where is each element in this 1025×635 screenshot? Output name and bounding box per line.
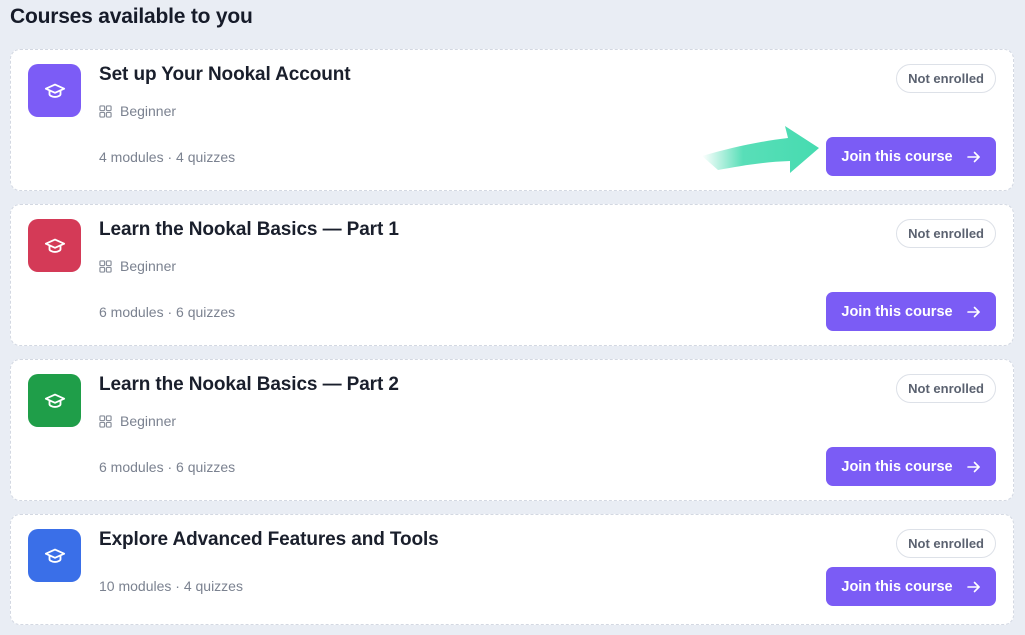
course-card: Set up Your Nookal Account Beginner 4 mo… xyxy=(10,49,1014,191)
graduation-cap-icon xyxy=(28,219,81,272)
course-card: Explore Advanced Features and Tools 10 m… xyxy=(10,514,1014,625)
arrow-right-icon xyxy=(966,306,980,317)
grid-icon xyxy=(99,414,112,428)
grid-icon xyxy=(99,104,112,118)
arrow-right-icon xyxy=(966,151,980,162)
course-level: Beginner xyxy=(99,258,176,274)
status-badge: Not enrolled xyxy=(896,64,996,93)
join-button-label: Join this course xyxy=(841,303,953,320)
level-label: Beginner xyxy=(120,103,177,119)
course-meta: 6 modules · 6 quizzes xyxy=(99,459,236,475)
grid-icon xyxy=(99,259,112,273)
course-title: Set up Your Nookal Account xyxy=(99,64,351,85)
status-badge: Not enrolled xyxy=(896,219,996,248)
status-badge: Not enrolled xyxy=(896,529,996,558)
course-title: Explore Advanced Features and Tools xyxy=(99,529,439,550)
join-course-button[interactable]: Join this course xyxy=(826,292,996,331)
status-badge: Not enrolled xyxy=(896,374,996,403)
annotation-arrow-icon xyxy=(702,126,819,173)
course-meta: 6 modules · 6 quizzes xyxy=(99,304,236,320)
course-level: Beginner xyxy=(99,413,176,429)
graduation-cap-icon xyxy=(28,374,81,427)
course-meta: 10 modules · 4 quizzes xyxy=(99,578,243,594)
join-button-label: Join this course xyxy=(841,578,953,595)
arrow-right-icon xyxy=(966,581,980,592)
course-card: Learn the Nookal Basics — Part 2 Beginne… xyxy=(10,359,1014,501)
course-meta: 4 modules · 4 quizzes xyxy=(99,149,236,165)
course-title: Learn the Nookal Basics — Part 2 xyxy=(99,374,399,395)
join-button-label: Join this course xyxy=(841,148,953,165)
course-title: Learn the Nookal Basics — Part 1 xyxy=(99,219,399,240)
join-course-button[interactable]: Join this course xyxy=(826,137,996,176)
arrow-right-icon xyxy=(966,461,980,472)
graduation-cap-icon xyxy=(28,529,81,582)
course-level: Beginner xyxy=(99,103,176,119)
join-button-label: Join this course xyxy=(841,458,953,475)
level-label: Beginner xyxy=(120,258,177,274)
join-course-button[interactable]: Join this course xyxy=(826,447,996,486)
course-list-page: Courses available to you Set up Your Noo… xyxy=(0,0,1025,635)
graduation-cap-icon xyxy=(28,64,81,117)
course-card: Learn the Nookal Basics — Part 1 Beginne… xyxy=(10,204,1014,346)
join-course-button[interactable]: Join this course xyxy=(826,567,996,606)
page-title: Courses available to you xyxy=(10,5,253,28)
level-label: Beginner xyxy=(120,413,177,429)
